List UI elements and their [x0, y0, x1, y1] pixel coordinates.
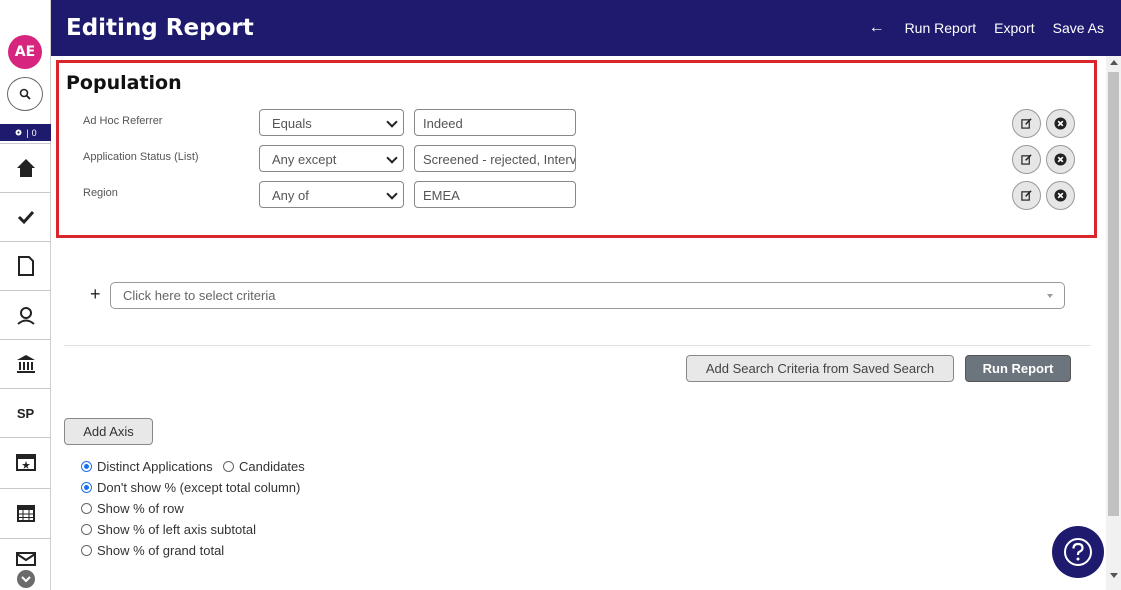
- remove-criterion-button[interactable]: [1046, 109, 1075, 138]
- vertical-scrollbar[interactable]: [1106, 56, 1121, 590]
- run-report-button[interactable]: Run Report: [965, 355, 1071, 382]
- criterion-label: Ad Hoc Referrer: [83, 115, 163, 127]
- scroll-down-icon[interactable]: [1110, 573, 1118, 578]
- rail-home[interactable]: [0, 143, 51, 192]
- rail-expand-button[interactable]: [17, 570, 35, 588]
- calendar-icon: [16, 505, 35, 522]
- radio-unselected-icon: [81, 503, 92, 514]
- search-button[interactable]: [7, 77, 43, 111]
- document-icon: [17, 256, 34, 276]
- edit-icon: [1021, 118, 1032, 129]
- population-panel: Population Ad Hoc Referrer Equals Indeed…: [56, 60, 1097, 238]
- scroll-up-icon[interactable]: [1110, 60, 1118, 65]
- envelope-icon: [15, 552, 36, 566]
- export-link[interactable]: Export: [994, 20, 1034, 36]
- rail-calendar[interactable]: [0, 488, 51, 537]
- radio-distinct-applications[interactable]: Distinct Applications: [81, 459, 213, 474]
- back-arrow-icon[interactable]: ←: [869, 19, 885, 37]
- calendar-star-icon: [15, 454, 36, 471]
- criterion-label: Region: [83, 187, 118, 199]
- radio-candidates[interactable]: Candidates: [223, 459, 305, 474]
- divider: [64, 345, 1091, 346]
- checkmark-icon: [17, 210, 34, 225]
- radio-dont-show-percent[interactable]: Don't show % (except total column): [81, 480, 300, 495]
- close-circle-icon: [1054, 189, 1067, 202]
- gear-icon: [15, 129, 22, 136]
- badge-count: 0: [31, 127, 37, 138]
- rail-documents[interactable]: [0, 241, 51, 290]
- chevron-down-icon: [386, 188, 398, 200]
- scroll-thumb[interactable]: [1108, 72, 1119, 516]
- close-circle-icon: [1054, 153, 1067, 166]
- plus-icon[interactable]: +: [90, 284, 101, 305]
- criteria-select-placeholder: Click here to select criteria: [123, 288, 276, 303]
- criterion-label: Application Status (List): [83, 151, 199, 163]
- settings-badge[interactable]: | 0: [0, 124, 51, 141]
- header-actions: ← Run Report Export Save As: [869, 19, 1104, 37]
- chevron-down-icon: [386, 116, 398, 128]
- page-title: Editing Report: [66, 15, 254, 41]
- rail-institution[interactable]: [0, 339, 51, 388]
- chevron-down-icon: [386, 152, 398, 164]
- search-icon: [19, 88, 31, 100]
- add-saved-search-button[interactable]: Add Search Criteria from Saved Search: [686, 355, 954, 382]
- operator-select[interactable]: Any of: [259, 181, 404, 208]
- radio-unselected-icon: [81, 545, 92, 556]
- radio-selected-icon: [81, 461, 92, 472]
- radio-selected-icon: [81, 482, 92, 493]
- radio-percent-grand-total[interactable]: Show % of grand total: [81, 543, 224, 558]
- help-button[interactable]: [1052, 526, 1104, 578]
- edit-criterion-button[interactable]: [1012, 109, 1041, 138]
- criterion-value-input[interactable]: Screened - rejected, Interv: [414, 145, 576, 172]
- radio-percent-of-row[interactable]: Show % of row: [81, 501, 184, 516]
- edit-criterion-button[interactable]: [1012, 181, 1041, 210]
- radio-unselected-icon: [81, 524, 92, 535]
- remove-criterion-button[interactable]: [1046, 181, 1075, 210]
- dropdown-arrow-icon: [1047, 294, 1053, 298]
- remove-criterion-button[interactable]: [1046, 145, 1075, 174]
- close-circle-icon: [1054, 117, 1067, 130]
- operator-value: Any except: [272, 152, 337, 167]
- radio-unselected-icon: [223, 461, 234, 472]
- avatar[interactable]: AE: [8, 35, 42, 69]
- population-title: Population: [66, 72, 182, 94]
- app-header: Editing Report ← Run Report Export Save …: [51, 0, 1121, 56]
- home-icon: [16, 159, 35, 177]
- rail-tasks[interactable]: [0, 192, 51, 241]
- left-rail: AE | 0 SP: [0, 0, 51, 590]
- person-search-icon: [16, 307, 35, 325]
- rail-events[interactable]: [0, 437, 51, 486]
- criterion-value-input[interactable]: EMEA: [414, 181, 576, 208]
- add-axis-button[interactable]: Add Axis: [64, 418, 153, 445]
- edit-icon: [1021, 190, 1032, 201]
- operator-select[interactable]: Any except: [259, 145, 404, 172]
- operator-value: Any of: [272, 188, 309, 203]
- operator-select[interactable]: Equals: [259, 109, 404, 136]
- run-report-link[interactable]: Run Report: [905, 20, 977, 36]
- criteria-select[interactable]: Click here to select criteria: [110, 282, 1065, 309]
- badge-separator: |: [26, 127, 29, 138]
- chevron-down-icon: [21, 576, 31, 583]
- edit-icon: [1021, 154, 1032, 165]
- rail-sp[interactable]: SP: [0, 388, 51, 437]
- criterion-value-input[interactable]: Indeed: [414, 109, 576, 136]
- question-icon: [1064, 538, 1092, 566]
- bank-icon: [16, 355, 35, 373]
- radio-percent-left-axis-subtotal[interactable]: Show % of left axis subtotal: [81, 522, 256, 537]
- rail-candidates[interactable]: [0, 290, 51, 339]
- edit-criterion-button[interactable]: [1012, 145, 1041, 174]
- save-as-link[interactable]: Save As: [1053, 20, 1104, 36]
- operator-value: Equals: [272, 116, 312, 131]
